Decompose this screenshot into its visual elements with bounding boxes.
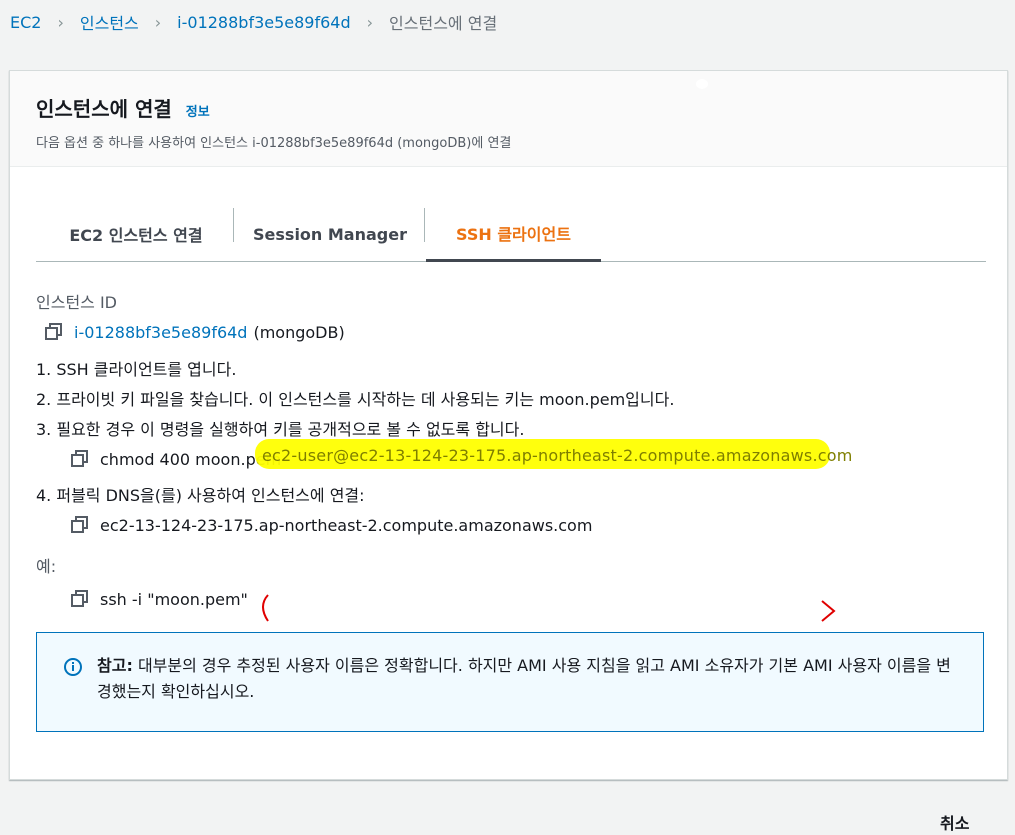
info-circle-icon — [63, 657, 83, 677]
tab-ssh-client[interactable]: SSH 클라이언트 — [426, 206, 601, 262]
breadcrumb-current: 인스턴스에 연결 — [389, 14, 498, 33]
copy-icon[interactable] — [70, 515, 90, 535]
tab-divider — [233, 208, 234, 242]
breadcrumb: EC2 › 인스턴스 › i-01288bf3e5e89f64d › 인스턴스에… — [10, 10, 497, 34]
decorative-dot — [696, 79, 708, 89]
annotation-marks-icon — [262, 594, 836, 622]
instance-id-row: i-01288bf3e5e89f64d (mongoDB) — [44, 317, 986, 347]
connect-panel: 인스턴스에 연결 정보 다음 옵션 중 하나를 사용하여 인스턴스 i-0128… — [9, 70, 1008, 780]
copy-icon[interactable] — [44, 322, 64, 342]
cancel-button[interactable]: 취소 — [940, 810, 969, 834]
tab-ec2-instance-connect[interactable]: EC2 인스턴스 연결 — [36, 206, 236, 262]
chevron-right-icon: › — [57, 12, 64, 32]
breadcrumb-instances[interactable]: 인스턴스 — [80, 10, 139, 34]
chevron-right-icon: › — [154, 12, 162, 32]
public-dns-row: ec2-13-124-23-175.ap-northeast-2.compute… — [36, 509, 986, 541]
info-alert: 참고: 대부분의 경우 추정된 사용자 이름은 정확합니다. 하지만 AMI 사… — [36, 632, 984, 732]
breadcrumb-ec2[interactable]: EC2 — [10, 13, 41, 32]
page-description: 다음 옵션 중 하나를 사용하여 인스턴스 i-01288bf3e5e89f64… — [36, 136, 512, 151]
step-4: 4. 퍼블릭 DNS을(를) 사용하여 인스턴스에 연결: — [36, 486, 365, 505]
chmod-command: chmod 400 moon.pem — [100, 449, 282, 469]
instance-id-label: 인스턴스 ID — [36, 293, 118, 312]
alert-title: 참고: — [97, 656, 133, 675]
ssh-command-redacted: ec2-user@ec2-13-124-23-175.ap-northeast-… — [262, 446, 853, 465]
chevron-right-icon: › — [366, 12, 374, 32]
page-title: 인스턴스에 연결 — [36, 97, 172, 121]
copy-icon[interactable] — [70, 589, 90, 609]
breadcrumb-instance-id[interactable]: i-01288bf3e5e89f64d — [177, 13, 350, 32]
step-2: 2. 프라이빗 키 파일을 찾습니다. 이 인스턴스를 시작하는 데 사용되는 … — [36, 390, 675, 409]
panel-header: 인스턴스에 연결 정보 다음 옵션 중 하나를 사용하여 인스턴스 i-0128… — [10, 71, 1007, 167]
public-dns: ec2-13-124-23-175.ap-northeast-2.compute… — [100, 515, 593, 535]
info-link[interactable]: 정보 — [186, 101, 210, 120]
tab-list: EC2 인스턴스 연결 Session Manager SSH 클라이언트 — [36, 206, 986, 262]
instance-id-link[interactable]: i-01288bf3e5e89f64d — [74, 323, 247, 342]
tab-divider — [424, 208, 425, 242]
alert-text: 대부분의 경우 추정된 사용자 이름은 정확합니다. 하지만 AMI 사용 지침… — [97, 656, 951, 701]
example-label: 예: — [36, 557, 57, 576]
ssh-command-prefix: ssh -i "moon.pem" — [100, 589, 248, 609]
copy-icon[interactable] — [70, 449, 90, 469]
tab-session-manager[interactable]: Session Manager — [236, 206, 424, 262]
instance-name: (mongoDB) — [253, 322, 345, 342]
step-1: 1. SSH 클라이언트를 엽니다. — [36, 360, 237, 379]
